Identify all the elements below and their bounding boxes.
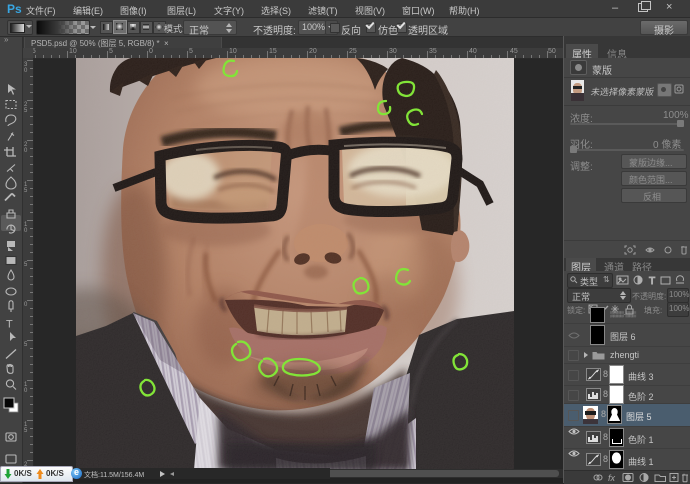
svg-text:T: T: [6, 319, 13, 331]
svg-text:fx: fx: [608, 473, 616, 483]
svg-text:T: T: [649, 276, 655, 286]
